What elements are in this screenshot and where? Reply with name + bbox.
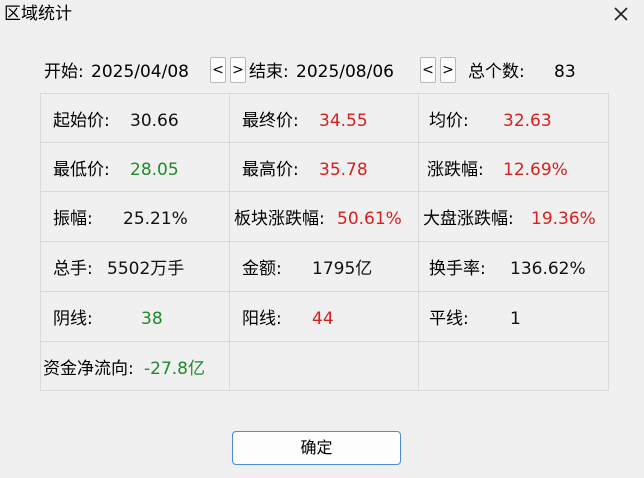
stat-label: 均价: xyxy=(429,111,469,131)
stat-cell: 总手: 5502万手 xyxy=(41,242,230,292)
stat-cell: 板块涨跌幅: 50.61% xyxy=(230,192,419,242)
stat-value: 25.21% xyxy=(123,209,188,229)
stat-value: 30.66 xyxy=(130,111,179,131)
stat-value: 12.69% xyxy=(503,160,568,180)
stat-cell xyxy=(230,342,419,391)
stat-value: 28.05 xyxy=(130,160,179,180)
count-label: 总个数: xyxy=(468,62,525,82)
stat-cell: 起始价: 30.66 xyxy=(41,94,230,143)
ok-button[interactable]: 确定 xyxy=(232,431,401,465)
stat-value: 136.62% xyxy=(510,259,586,279)
stat-value: 44 xyxy=(312,309,334,329)
stat-cell: 平线: 1 xyxy=(419,292,609,342)
stat-label: 涨跌幅: xyxy=(427,160,484,180)
window-title: 区域统计 xyxy=(4,4,72,24)
stat-value: 34.55 xyxy=(319,111,368,131)
stat-value: 5502万手 xyxy=(107,259,185,279)
stat-cell xyxy=(419,342,609,391)
stat-label: 大盘涨跌幅: xyxy=(423,209,514,229)
stat-label: 最高价: xyxy=(242,160,299,180)
stat-label: 最低价: xyxy=(53,160,110,180)
start-label: 开始: xyxy=(44,62,84,82)
stat-cell: 资金净流向: -27.8亿 xyxy=(41,342,230,391)
stat-value: 1795亿 xyxy=(312,259,373,279)
stat-label: 金额: xyxy=(242,259,282,279)
end-next-button[interactable]: > xyxy=(440,57,456,83)
stat-value: 35.78 xyxy=(319,160,368,180)
start-date: 2025/04/08 xyxy=(91,62,189,82)
stat-value: 1 xyxy=(510,309,521,329)
stat-label: 平线: xyxy=(429,309,469,329)
stat-label: 换手率: xyxy=(429,259,486,279)
stat-cell: 最高价: 35.78 xyxy=(230,143,419,192)
start-next-button[interactable]: > xyxy=(230,57,246,83)
stat-cell: 涨跌幅: 12.69% xyxy=(419,143,609,192)
stat-value: -27.8亿 xyxy=(144,359,205,379)
stat-label: 总手: xyxy=(53,259,93,279)
close-button[interactable] xyxy=(598,0,644,28)
stat-label: 资金净流向: xyxy=(43,359,134,379)
end-label: 结束: xyxy=(249,62,289,82)
stat-cell: 金额: 1795亿 xyxy=(230,242,419,292)
count-value: 83 xyxy=(554,62,576,82)
stat-cell: 均价: 32.63 xyxy=(419,94,609,143)
stat-cell: 振幅: 25.21% xyxy=(41,192,230,242)
stat-cell: 最低价: 28.05 xyxy=(41,143,230,192)
stat-cell: 阳线: 44 xyxy=(230,292,419,342)
start-prev-button[interactable]: < xyxy=(210,57,226,83)
stat-label: 最终价: xyxy=(242,111,299,131)
stat-label: 起始价: xyxy=(53,111,110,131)
stat-cell: 阴线: 38 xyxy=(41,292,230,342)
title-bar: 区域统计 xyxy=(0,0,644,30)
stat-value: 32.63 xyxy=(503,111,552,131)
end-prev-button[interactable]: < xyxy=(420,57,436,83)
stats-grid: 起始价: 30.66 最终价: 34.55 均价: 32.63 最低价: 28.05 最高价: 3… xyxy=(40,93,609,391)
stat-value: 19.36% xyxy=(531,209,596,229)
stat-value: 38 xyxy=(141,309,163,329)
stat-cell: 大盘涨跌幅: 19.36% xyxy=(419,192,609,242)
stat-label: 板块涨跌幅: xyxy=(234,209,325,229)
stat-cell: 最终价: 34.55 xyxy=(230,94,419,143)
close-icon xyxy=(614,7,628,21)
stat-cell: 换手率: 136.62% xyxy=(419,242,609,292)
stat-label: 阴线: xyxy=(53,309,93,329)
stat-label: 阳线: xyxy=(242,309,282,329)
end-date: 2025/08/06 xyxy=(296,62,394,82)
stat-value: 50.61% xyxy=(337,209,402,229)
stat-label: 振幅: xyxy=(53,209,93,229)
